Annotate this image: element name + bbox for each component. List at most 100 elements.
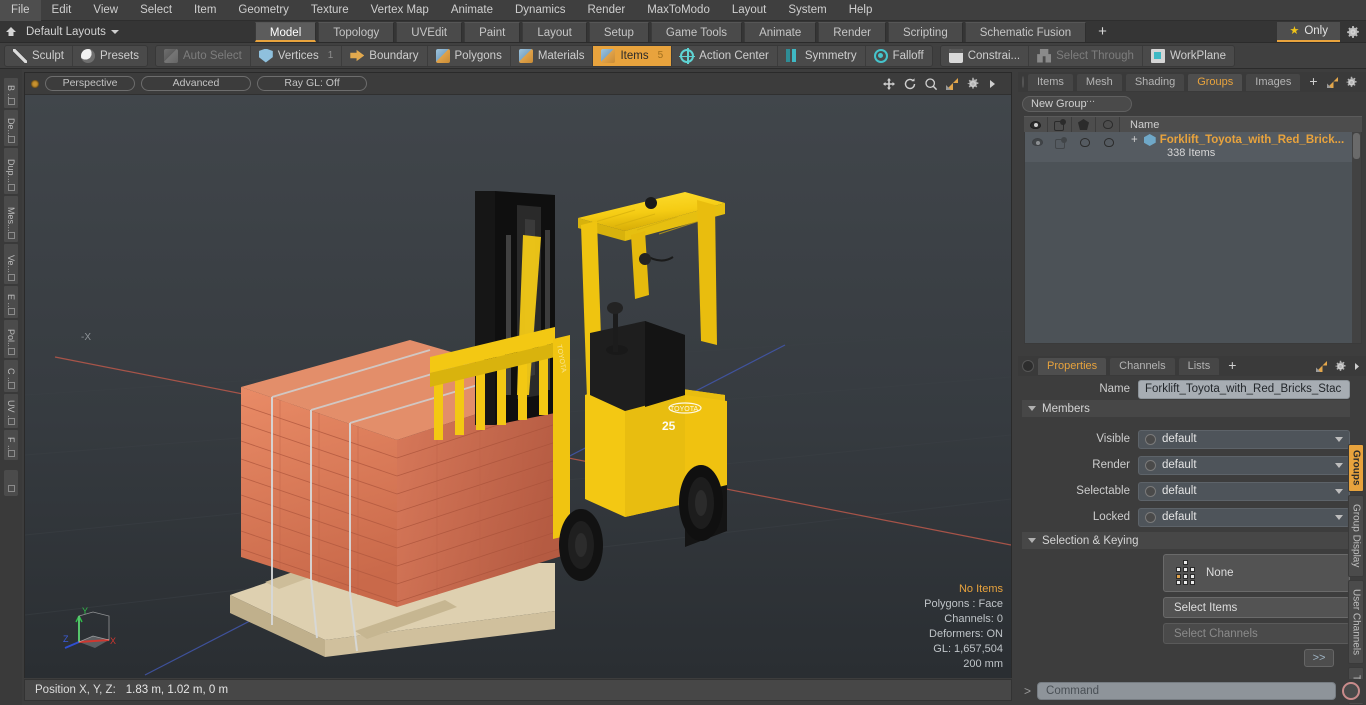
menu-item-geometry[interactable]: Geometry	[227, 0, 300, 21]
render-radio-icon[interactable]	[1145, 459, 1156, 471]
tab-properties[interactable]: Properties	[1037, 357, 1108, 375]
tab-layout[interactable]: Layout	[522, 21, 587, 42]
falloff-button[interactable]: Falloff	[866, 46, 932, 66]
left-tab-polygon[interactable]: Pol...	[3, 319, 19, 359]
row-render-toggle[interactable]	[1049, 134, 1073, 150]
gear-icon[interactable]	[1340, 21, 1366, 43]
move-icon[interactable]	[882, 77, 896, 91]
left-tab-extra[interactable]	[3, 469, 19, 497]
gear-icon[interactable]	[966, 77, 980, 91]
gear-icon[interactable]	[1345, 76, 1358, 89]
workplane-button[interactable]: WorkPlane	[1143, 46, 1234, 66]
menu-item-item[interactable]: Item	[183, 0, 227, 21]
viewport-3d-canvas[interactable]: -X TOYOTA 25 TOYOTA Y X Z No Items Polyg…	[25, 95, 1011, 678]
expand-more-button[interactable]: >>	[1304, 649, 1334, 667]
locked-dropdown[interactable]: default	[1138, 507, 1350, 527]
render-dropdown[interactable]: default	[1138, 455, 1350, 475]
tab-items[interactable]: Items	[1027, 73, 1074, 91]
menu-item-edit[interactable]: Edit	[41, 0, 83, 21]
left-tab-duplicate[interactable]: Dup...	[3, 147, 19, 195]
col-visible-header[interactable]	[1024, 116, 1048, 133]
menu-item-animate[interactable]: Animate	[440, 0, 504, 21]
tab-model[interactable]: Model	[254, 21, 317, 42]
presets-button[interactable]: Presets	[73, 46, 147, 66]
side-tab-groups[interactable]: Groups	[1348, 444, 1364, 492]
expander-icon[interactable]: +	[1131, 134, 1138, 146]
record-icon[interactable]	[1342, 682, 1360, 700]
col-selectable-header[interactable]	[1072, 116, 1096, 133]
boundary-button[interactable]: Boundary	[342, 45, 428, 66]
tab-mesh[interactable]: Mesh ...	[1075, 73, 1123, 105]
menu-item-texture[interactable]: Texture	[300, 0, 360, 21]
sculpt-button[interactable]: Sculpt	[5, 45, 73, 66]
view-mode-button[interactable]: Perspective	[45, 76, 135, 91]
left-tab-vertex[interactable]: Ve...	[3, 243, 19, 285]
tab-paint[interactable]: Paint	[464, 21, 521, 42]
add-panel-tab-button[interactable]: +	[1303, 73, 1323, 91]
gear-icon[interactable]	[1334, 360, 1347, 373]
side-tab-user-channels[interactable]: User Channels	[1348, 580, 1364, 664]
selection-keying-section-header[interactable]: Selection & Keying	[1022, 532, 1350, 549]
left-tab-fusion[interactable]: F ...	[3, 429, 19, 461]
viewport-menu-dot-icon[interactable]	[31, 79, 39, 88]
materials-button[interactable]: Materials	[511, 45, 594, 66]
menu-item-file[interactable]: File	[0, 0, 41, 21]
left-tab-uv[interactable]: UV ...	[3, 393, 19, 429]
group-row-name-wrap[interactable]: + Forklift_Toyota_with_Red_Brick...	[1121, 134, 1361, 146]
left-tab-basic[interactable]: B ...	[3, 77, 19, 109]
raygl-toggle-button[interactable]: Ray GL: Off	[257, 76, 367, 91]
locked-radio-icon[interactable]	[1145, 511, 1156, 523]
left-tab-mesh-edit[interactable]: Mes...	[3, 195, 19, 243]
tab-animate[interactable]: Animate	[744, 21, 817, 42]
select-through-button[interactable]: Select Through	[1029, 45, 1143, 66]
tab-images[interactable]: Images	[1245, 73, 1302, 91]
row-visible-toggle[interactable]	[1025, 134, 1049, 150]
menu-item-view[interactable]: View	[82, 0, 129, 21]
tab-game-tools[interactable]: Game Tools	[650, 21, 743, 42]
table-row[interactable]: + Forklift_Toyota_with_Red_Brick... 338 …	[1025, 132, 1361, 162]
menu-item-help[interactable]: Help	[838, 0, 884, 21]
group-list[interactable]: + Forklift_Toyota_with_Red_Brick... 338 …	[1024, 132, 1362, 344]
menu-item-render[interactable]: Render	[576, 0, 636, 21]
group-name-input[interactable]: Forklift_Toyota_with_Red_Bricks_Stac	[1138, 379, 1350, 399]
visible-radio-icon[interactable]	[1145, 433, 1156, 445]
chevron-right-icon[interactable]	[987, 77, 1001, 91]
panel-menu-dot-icon[interactable]	[1022, 76, 1024, 88]
tab-schematic-fusion[interactable]: Schematic Fusion	[964, 21, 1087, 42]
shading-mode-button[interactable]: Advanced	[141, 76, 251, 91]
col-render-header[interactable]	[1048, 116, 1072, 133]
tab-render[interactable]: Render	[818, 21, 886, 42]
tab-channels[interactable]: Channels	[1109, 357, 1176, 375]
rotate-icon[interactable]	[903, 77, 917, 91]
expand-properties-icon[interactable]	[1315, 360, 1328, 373]
visible-dropdown[interactable]: default	[1138, 429, 1350, 449]
members-section-header[interactable]: Members	[1022, 400, 1350, 417]
symmetry-button[interactable]: Symmetry	[778, 45, 866, 66]
col-locked-header[interactable]	[1096, 116, 1120, 133]
action-center-button[interactable]: Action Center	[672, 45, 778, 66]
group-list-scrollbar[interactable]	[1352, 132, 1361, 343]
items-button[interactable]: Items 5	[593, 45, 673, 66]
add-tab-button[interactable]: +	[1088, 22, 1117, 42]
zoom-icon[interactable]	[924, 77, 938, 91]
tab-shading[interactable]: Shading	[1124, 73, 1186, 91]
menu-item-layout[interactable]: Layout	[721, 0, 778, 21]
chevron-right-icon[interactable]	[1353, 360, 1361, 373]
polygons-button[interactable]: Polygons	[428, 45, 511, 66]
layout-selector[interactable]: Default Layouts	[22, 26, 125, 38]
home-icon[interactable]	[0, 21, 22, 43]
menu-item-dynamics[interactable]: Dynamics	[504, 0, 576, 21]
menu-item-vertex-map[interactable]: Vertex Map	[360, 0, 440, 21]
properties-menu-dot-icon[interactable]	[1022, 360, 1034, 372]
add-properties-tab-button[interactable]: +	[1222, 357, 1242, 375]
selectable-radio-icon[interactable]	[1145, 485, 1156, 497]
tab-lists[interactable]: Lists	[1177, 357, 1221, 375]
command-input[interactable]: Command	[1037, 682, 1336, 700]
selectable-dropdown[interactable]: default	[1138, 481, 1350, 501]
menu-item-system[interactable]: System	[777, 0, 837, 21]
vertices-button[interactable]: Vertices 1	[251, 45, 343, 66]
tab-uvedit[interactable]: UVEdit	[396, 21, 463, 42]
expand-panel-icon[interactable]	[1326, 76, 1339, 89]
side-tab-group-display[interactable]: Group Display	[1348, 495, 1364, 577]
fit-view-icon[interactable]	[945, 77, 959, 91]
